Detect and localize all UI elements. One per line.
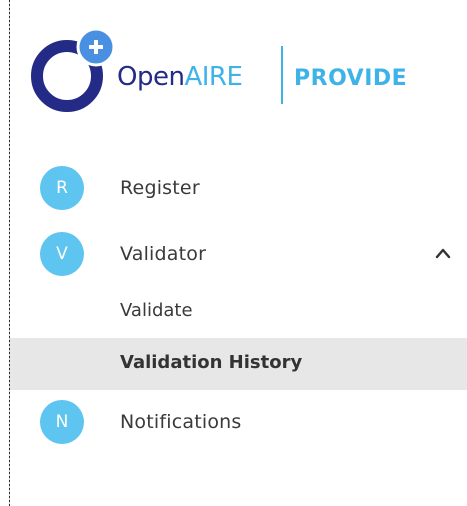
sidebar-item-label: Register <box>120 177 200 199</box>
sidebar-subitem-label: Validate <box>120 300 193 321</box>
notifications-badge: N <box>40 400 84 444</box>
register-badge: R <box>40 166 84 210</box>
logo-text-aire: AIRE <box>184 62 242 92</box>
sidebar-menu: R Register V Validator Validate Validati… <box>10 157 467 448</box>
sidebar-item-label: Validator <box>120 243 207 265</box>
logo-text-open: Open <box>117 62 184 92</box>
sidebar-subitem-validation-history[interactable]: Validation History <box>10 338 467 390</box>
sidebar-item-register[interactable]: R Register <box>10 162 467 214</box>
openaire-provide-logo[interactable]: OpenAIRE PROVIDE <box>29 28 429 118</box>
chevron-up-icon[interactable] <box>435 246 451 260</box>
sidebar-item-label: Notifications <box>120 411 242 433</box>
svg-text:OpenAIRE: OpenAIRE <box>117 62 242 92</box>
logo-text-provide: PROVIDE <box>294 66 407 91</box>
sidebar-panel: OpenAIRE PROVIDE R Register V Validator … <box>0 0 467 506</box>
sidebar-item-validator[interactable]: V Validator <box>10 228 467 280</box>
sidebar-subitem-validate[interactable]: Validate <box>10 286 467 338</box>
plus-icon <box>76 28 116 67</box>
sidebar-subitem-label: Validation History <box>120 352 303 373</box>
sidebar-item-notifications[interactable]: N Notifications <box>10 396 467 448</box>
logo-divider <box>281 46 283 104</box>
validator-badge: V <box>40 232 84 276</box>
